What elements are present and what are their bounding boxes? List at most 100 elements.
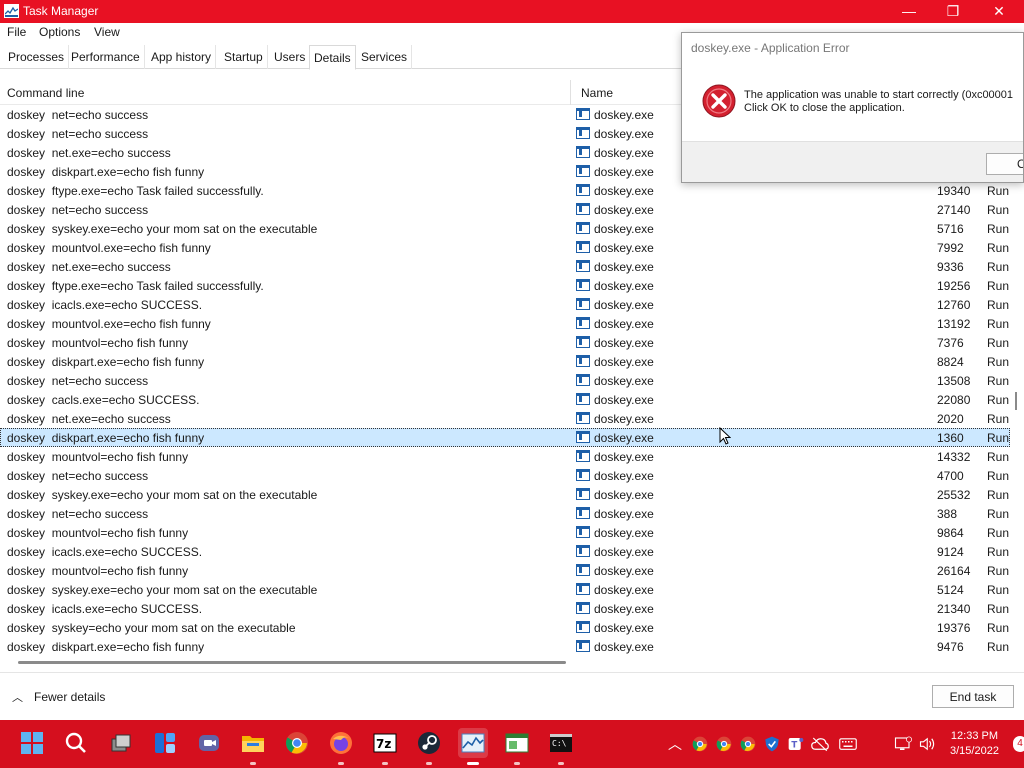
command-line-cell: doskey mountvol.exe=echo fish funny [7,241,211,255]
status-cell: Run [987,450,1010,464]
close-button[interactable]: ✕ [976,0,1022,23]
notification-count-badge[interactable]: 4 [1013,736,1024,752]
name-cell: doskey.exe [594,488,654,502]
tab-users[interactable]: Users [270,45,311,69]
table-row[interactable]: doskey net=echo success doskey.exe 13508 Ru… [0,371,1010,390]
firefox-icon[interactable] [326,728,356,765]
tab-details[interactable]: Details [309,45,356,70]
show-hidden-icons-chevron-up-icon[interactable]: ︿ [665,734,685,754]
teams-chat-icon[interactable] [194,728,224,758]
end-task-button[interactable]: End task [932,685,1014,708]
executable-icon [576,146,590,158]
table-row[interactable]: doskey net=echo success doskey.exe 388 Run [0,504,1010,523]
menu-view[interactable]: View [94,25,120,39]
name-cell: doskey.exe [594,336,654,350]
table-row[interactable]: doskey syskey.exe=echo your mom sat on t… [0,580,1010,599]
table-row[interactable]: doskey net.exe=echo success doskey.exe 933… [0,257,1010,276]
table-row[interactable]: doskey mountvol=echo fish funny doskey.ex… [0,447,1010,466]
7zip-icon[interactable]: 7z [370,728,400,765]
vertical-scroll-thumb[interactable] [1015,392,1017,410]
table-row[interactable]: doskey net=echo success doskey.exe 4700 Run [0,466,1010,485]
search-icon[interactable] [61,728,91,758]
column-separator[interactable] [570,80,571,105]
tab-performance[interactable]: Performance [67,45,145,69]
table-row[interactable]: doskey icacls.exe=echo SUCCESS. doskey.ex… [0,542,1010,561]
table-row[interactable]: doskey mountvol.exe=echo fish funny doske… [0,238,1010,257]
pid-cell: 19340 [937,184,971,198]
command-line-cell: doskey mountvol=echo fish funny [7,564,189,578]
name-cell: doskey.exe [594,298,654,312]
table-row[interactable]: doskey icacls.exe=echo SUCCESS. doskey.ex… [0,599,1010,618]
chrome-icon[interactable] [282,728,312,758]
volume-icon[interactable] [918,734,938,754]
minimize-button[interactable]: — [886,0,932,23]
file-explorer-icon[interactable] [238,728,268,765]
application-error-dialog: doskey.exe - Application Error The appli… [681,32,1024,183]
command-line-cell: doskey syskey.exe=echo your mom sat on t… [7,583,318,597]
status-cell: Run [987,222,1010,236]
table-row[interactable]: doskey diskpart.exe=echo fish funny doske… [0,428,1010,447]
tray-chrome-icon[interactable] [714,734,734,754]
running-indicator [558,762,564,765]
column-header-command-line[interactable]: Command line [7,86,84,100]
teams-tray-icon[interactable]: T [786,734,806,754]
name-cell: doskey.exe [594,469,654,483]
menu-options[interactable]: Options [39,25,80,39]
fewer-details-button[interactable]: ︿ Fewer details [12,689,105,705]
terminal-icon[interactable]: C:\ [546,728,576,765]
tab-processes[interactable]: Processes [4,45,70,69]
table-row[interactable]: doskey syskey.exe=echo your mom sat on t… [0,219,1010,238]
app-window-icon[interactable] [502,728,532,765]
tab-startup[interactable]: Startup [220,45,268,69]
status-cell: Run [987,279,1010,293]
table-row[interactable]: doskey syskey.exe=echo your mom sat on t… [0,485,1010,504]
executable-icon [576,450,590,462]
table-row[interactable]: doskey icacls.exe=echo SUCCESS. doskey.ex… [0,295,1010,314]
table-row[interactable]: doskey diskpart.exe=echo fish funny doske… [0,637,1010,656]
command-line-cell: doskey net=echo success [7,469,149,483]
table-row[interactable]: doskey cacls.exe=echo SUCCESS. doskey.exe… [0,390,1010,409]
table-row[interactable]: doskey net=echo success doskey.exe 27140 Ru… [0,200,1010,219]
table-row[interactable]: doskey mountvol=echo fish funny doskey.ex… [0,523,1010,542]
tab-services[interactable]: Services [357,45,413,69]
tray-chrome-icon[interactable] [738,734,758,754]
status-cell: Run [987,469,1010,483]
pid-cell: 8824 [937,355,964,369]
maximize-button[interactable]: ❐ [930,0,976,23]
start-button[interactable] [17,728,47,758]
table-row[interactable]: doskey ftype.exe=echo Task failed succes… [0,276,1010,295]
tray-chrome-icon[interactable] [690,734,710,754]
table-row[interactable]: doskey mountvol.exe=echo fish funny doske… [0,314,1010,333]
menu-file[interactable]: File [7,25,26,39]
executable-icon [576,412,590,424]
table-row[interactable]: doskey ftype.exe=echo Task failed succes… [0,181,1010,200]
keyboard-icon[interactable] [838,734,858,754]
network-icon[interactable] [893,734,913,754]
executable-icon [576,545,590,557]
column-header-name[interactable]: Name [581,86,613,100]
table-row[interactable]: doskey diskpart.exe=echo fish funny doske… [0,352,1010,371]
task-view-icon[interactable] [106,728,136,758]
table-row[interactable]: doskey net.exe=echo success doskey.exe 202… [0,409,1010,428]
horizontal-scrollbar[interactable] [18,661,566,664]
status-cell: Run [987,488,1010,502]
executable-icon [576,583,590,595]
pid-cell: 22080 [937,393,971,407]
table-row[interactable]: doskey mountvol=echo fish funny doskey.ex… [0,561,1010,580]
table-row[interactable]: doskey syskey=echo your mom sat on the e… [0,618,1010,637]
tab-app-history[interactable]: App history [147,45,217,69]
ok-button[interactable]: OK [986,153,1023,175]
table-row[interactable]: doskey mountvol=echo fish funny doskey.ex… [0,333,1010,352]
security-shield-icon[interactable] [762,734,782,754]
system-clock[interactable]: 12:33 PM 3/15/2022 [950,729,999,759]
executable-icon [576,241,590,253]
command-line-cell: doskey net=echo success [7,203,149,217]
executable-icon [576,431,590,443]
task-manager-taskbar-icon[interactable] [458,728,488,765]
cloud-offline-icon[interactable] [810,734,830,754]
steam-icon[interactable] [414,728,444,765]
command-line-cell: doskey diskpart.exe=echo fish funny [7,355,205,369]
widgets-icon[interactable] [150,728,180,758]
executable-icon [576,127,590,139]
name-cell: doskey.exe [594,241,654,255]
